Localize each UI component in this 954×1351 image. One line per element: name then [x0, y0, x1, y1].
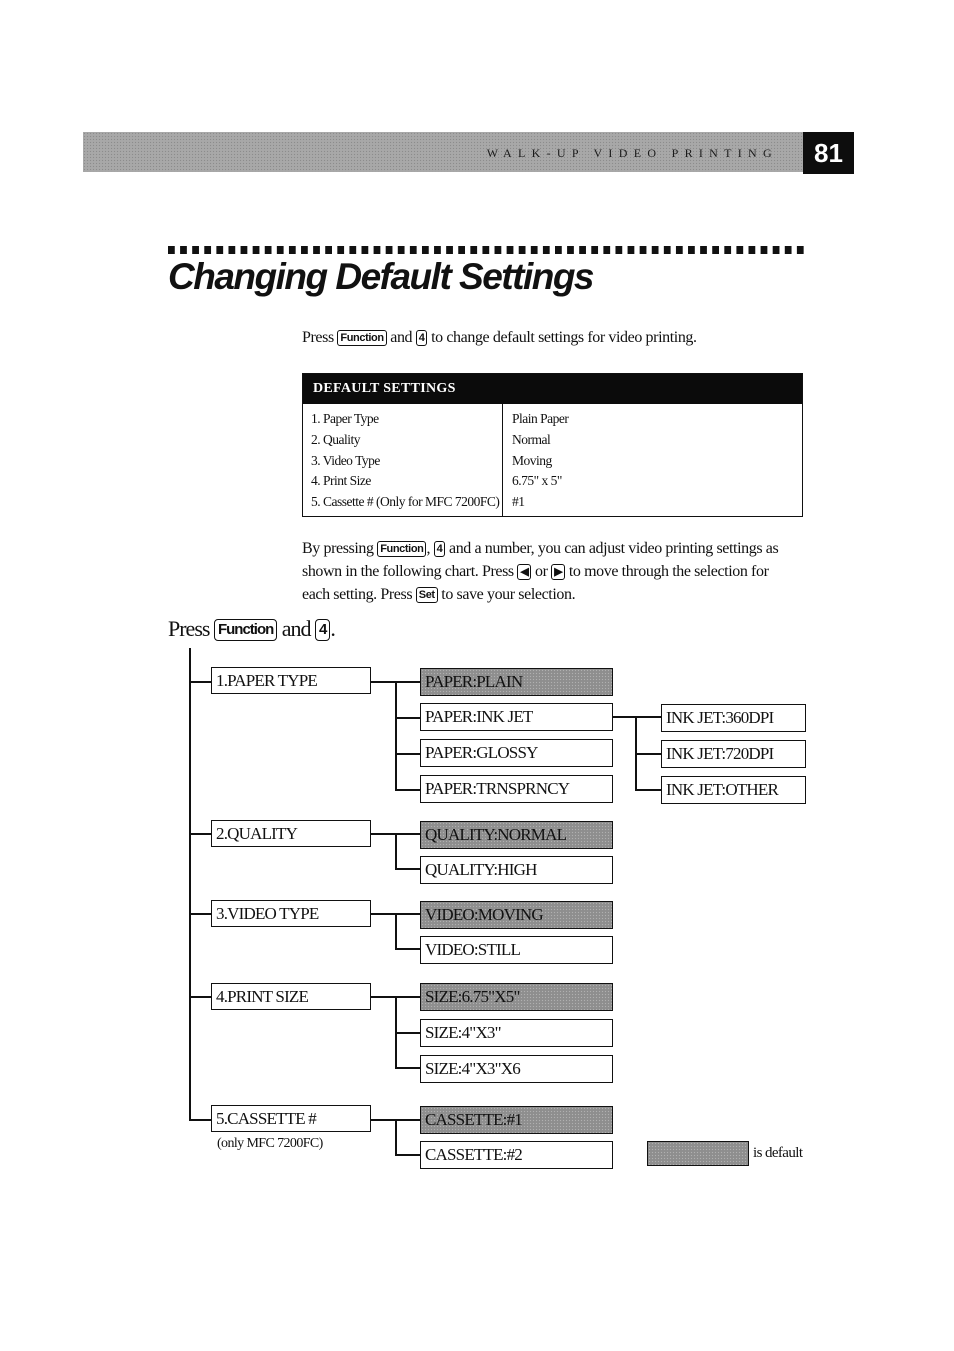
chart-intro: Press Function and 4. [168, 616, 336, 642]
connector [395, 753, 421, 755]
connector [189, 681, 212, 683]
instructions-text: each setting. Press [302, 586, 413, 603]
connector [635, 789, 662, 791]
number-4-key: 4 [315, 619, 331, 641]
connector [395, 1032, 421, 1034]
connector [189, 913, 212, 915]
connector [395, 1119, 397, 1156]
number-4-key: 4 [415, 330, 428, 346]
settings-column: 1. Paper Type 2. Quality 3. Video Type 4… [303, 404, 503, 516]
set-key: Set [415, 587, 438, 603]
instructions-text: , [426, 540, 431, 557]
table-cell-value: Moving [512, 452, 552, 468]
connector [395, 948, 421, 950]
suboption-inkjet-360dpi: INK JET:360DPI [661, 704, 806, 732]
connector [395, 1154, 421, 1156]
number-4-key: 4 [433, 541, 446, 557]
option-size-675x5: SIZE:6.75"X5" [420, 983, 613, 1011]
option-size-4x3x6: SIZE:4"X3"X6 [420, 1055, 613, 1083]
table-heading: DEFAULT SETTINGS [303, 374, 802, 404]
page-number: 81 [803, 132, 854, 174]
connector [612, 716, 662, 718]
chart-intro-text: . [330, 616, 335, 641]
option-video-moving: VIDEO:MOVING [420, 901, 613, 929]
left-arrow-icon: ◀ [517, 564, 532, 580]
suboption-inkjet-other: INK JET:OTHER [661, 776, 806, 804]
category-print-size: 4.PRINT SIZE [211, 983, 371, 1010]
table-cell-setting: 5. Cassette # (Only for MFC 7200FC) [311, 494, 500, 510]
connector [189, 833, 212, 835]
option-video-still: VIDEO:STILL [420, 936, 613, 964]
suboption-inkjet-720dpi: INK JET:720DPI [661, 740, 806, 768]
section-title: WALK-UP VIDEO PRINTING [486, 146, 778, 160]
instructions-text: to move through the selection for [568, 563, 769, 580]
connector [635, 753, 662, 755]
intro-text: Press [302, 329, 334, 346]
tree-trunk [189, 648, 191, 1121]
instructions-paragraph: By pressing Function, 4 and a number, yo… [302, 537, 802, 606]
function-key: Function [213, 619, 278, 641]
instructions-text: to save your selection. [441, 586, 576, 603]
table-cell-value: #1 [512, 494, 525, 510]
connector [395, 789, 421, 791]
option-cassette-2: CASSETTE:#2 [420, 1141, 613, 1169]
connector [395, 868, 421, 870]
table-cell-value: Plain Paper [512, 411, 569, 426]
category-cassette: 5.CASSETTE # [211, 1105, 371, 1132]
connector [189, 1119, 212, 1121]
option-paper-glossy: PAPER:GLOSSY [420, 739, 613, 767]
instructions-text: or [535, 563, 548, 580]
right-arrow-icon: ▶ [551, 564, 566, 580]
table-cell-setting: 1. Paper Type [311, 411, 379, 426]
option-quality-high: QUALITY:HIGH [420, 856, 613, 884]
instructions-text: shown in the following chart. Press [302, 563, 514, 580]
connector [395, 913, 397, 950]
category-video-type: 3.VIDEO TYPE [211, 900, 371, 927]
option-paper-trnsprncy: PAPER:TRNSPRNCY [420, 775, 613, 803]
connector [395, 833, 397, 870]
dotted-rule [168, 246, 808, 254]
intro-paragraph: Press Function and 4 to change default s… [302, 329, 697, 347]
chart-intro-text: Press [168, 616, 210, 641]
legend-label: is default [753, 1145, 803, 1161]
instructions-text: By pressing [302, 540, 374, 557]
table-cell-setting: 3. Video Type [311, 452, 380, 468]
values-column: Plain Paper Normal Moving 6.75" x 5" #1 [503, 404, 802, 516]
table-cell-setting: 4. Print Size [311, 473, 371, 489]
cassette-note: (only MFC 7200FC) [217, 1136, 323, 1151]
table-cell-setting: 2. Quality [311, 431, 361, 447]
option-size-4x3: SIZE:4"X3" [420, 1019, 613, 1047]
legend-swatch [647, 1141, 749, 1166]
instructions-text: and a number, you can adjust video print… [449, 540, 779, 557]
table-cell-value: Normal [512, 431, 551, 447]
option-paper-inkjet: PAPER:INK JET [420, 703, 613, 731]
function-key: Function [377, 541, 427, 557]
default-settings-table: DEFAULT SETTINGS 1. Paper Type 2. Qualit… [302, 373, 803, 517]
intro-text: to change default settings for video pri… [431, 329, 697, 346]
intro-text: and [390, 329, 413, 346]
chart-intro-text: and [281, 616, 312, 641]
table-cell-value: 6.75" x 5" [512, 473, 562, 489]
option-paper-plain: PAPER:PLAIN [420, 668, 613, 696]
connector [395, 1067, 421, 1069]
category-quality: 2.QUALITY [211, 820, 371, 847]
function-key: Function [337, 330, 387, 346]
category-paper-type: 1.PAPER TYPE [211, 667, 371, 694]
option-quality-normal: QUALITY:NORMAL [420, 821, 613, 849]
option-cassette-1: CASSETTE:#1 [420, 1106, 613, 1134]
connector [395, 681, 397, 790]
page-title: Changing Default Settings [168, 256, 595, 297]
connector [395, 717, 421, 719]
connector [189, 996, 212, 998]
